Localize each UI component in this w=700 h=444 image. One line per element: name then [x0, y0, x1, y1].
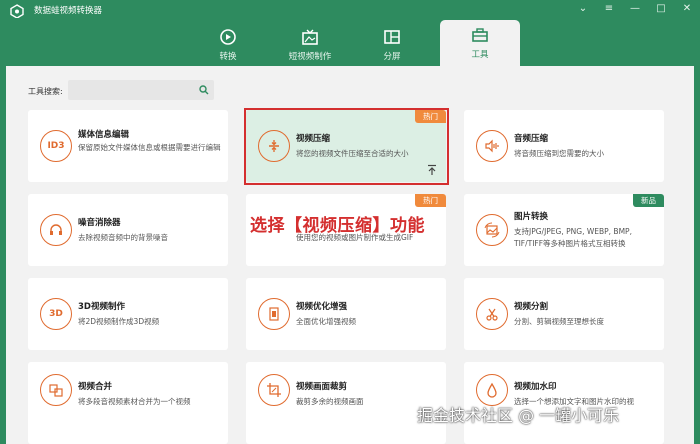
card-title: 视频画面裁剪 — [296, 382, 348, 392]
card-title: 视频加水印 — [514, 382, 557, 392]
tab-label: 转换 — [219, 52, 237, 62]
highlight-box — [244, 108, 449, 185]
tab-label: 分屏 — [383, 52, 401, 62]
card-desc: 全面优化增强视频 — [296, 317, 356, 326]
audio-compress-icon — [476, 130, 508, 162]
card-desc: 将音频压缩到您需要的大小 — [514, 149, 604, 158]
card-desc: 将多段音视频素材合并为一个视频 — [78, 397, 191, 406]
card-title: 3D视频制作 — [78, 302, 125, 312]
card-title: 噪音消除器 — [78, 218, 121, 228]
card-desc: 分割、剪辑视频至理想长度 — [514, 317, 604, 326]
tab-label: 短视频制作 — [288, 52, 332, 62]
card-title: 音频压缩 — [514, 134, 549, 144]
tool-card-media-info[interactable]: ID3 媒体信息编辑 保留原始文件媒体信息或根据需要进行编辑 — [28, 110, 228, 182]
source-watermark: 掘金技术社区 @ 一罐小可乐 — [417, 406, 620, 425]
app-logo — [10, 4, 24, 18]
tv-icon — [302, 29, 318, 45]
main-tabs: 转换 短视频制作 分屏 工具 — [0, 18, 700, 68]
card-title: 视频优化增强 — [296, 302, 348, 312]
title-bar: 数据蛙视频转换器 ⌄ ≡ — □ ✕ — [0, 0, 700, 20]
card-desc: 将2D视频制作成3D视频 — [78, 317, 160, 326]
scissors-icon — [476, 298, 508, 330]
tool-card-video-crop[interactable]: 视频画面裁剪 裁剪多余的视频画面 — [246, 362, 446, 444]
menu-icon[interactable]: ≡ — [602, 2, 616, 16]
enhance-icon — [258, 298, 290, 330]
maximize-icon[interactable]: □ — [654, 2, 668, 16]
tool-card-3d-maker[interactable]: 3D 3D视频制作 将2D视频制作成3D视频 — [28, 278, 228, 350]
tool-card-video-split[interactable]: 视频分割 分割、剪辑视频至理想长度 — [464, 278, 664, 350]
card-desc: 支持JPG/JPEG, PNG, WEBP, BMP, TIF/TIFF等多种图… — [514, 227, 632, 248]
new-badge: 新品 — [633, 194, 664, 207]
window-controls: ⌄ ≡ — □ ✕ — [576, 2, 694, 16]
close-icon[interactable]: ✕ — [680, 2, 694, 16]
card-desc: 保留原始文件媒体信息或根据需要进行编辑 — [78, 143, 221, 152]
tool-card-image-convert[interactable]: 图片转换 支持JPG/JPEG, PNG, WEBP, BMP, TIF/TIF… — [464, 194, 664, 266]
annotation-caption: 选择【视频压缩】功能 — [250, 216, 425, 236]
search-label: 工具搜索: — [28, 87, 63, 96]
toolbox-icon — [472, 28, 488, 42]
tab-label: 工具 — [471, 50, 489, 60]
convert-icon — [220, 29, 236, 45]
tool-card-video-enhance[interactable]: 视频优化增强 全面优化增强视频 — [246, 278, 446, 350]
tool-card-noise-remover[interactable]: 噪音消除器 去除视频音频中的背景噪音 — [28, 194, 228, 266]
hot-badge: 热门 — [415, 194, 446, 207]
card-title: 图片转换 — [514, 212, 549, 222]
search-input[interactable] — [68, 80, 214, 100]
tab-convert[interactable]: 转换 — [192, 22, 264, 66]
3d-icon: 3D — [40, 298, 72, 330]
image-convert-icon — [476, 214, 508, 246]
app-title: 数据蛙视频转换器 — [34, 6, 103, 16]
chevron-down-icon[interactable]: ⌄ — [576, 2, 590, 16]
tab-split-screen[interactable]: 分屏 — [356, 22, 428, 66]
tab-tools[interactable]: 工具 — [440, 20, 520, 68]
card-title: 视频分割 — [514, 302, 549, 312]
card-title: 媒体信息编辑 — [78, 130, 130, 140]
card-title: 视频合并 — [78, 382, 113, 392]
merge-icon — [40, 374, 72, 406]
headphones-icon — [40, 214, 72, 246]
crop-icon — [258, 374, 290, 406]
tool-card-video-merge[interactable]: 视频合并 将多段音视频素材合并为一个视频 — [28, 362, 228, 444]
card-desc: 去除视频音频中的背景噪音 — [78, 233, 168, 242]
tool-card-audio-compress[interactable]: 音频压缩 将音频压缩到您需要的大小 — [464, 110, 664, 182]
split-screen-icon — [384, 30, 400, 44]
tab-short-video[interactable]: 短视频制作 — [274, 22, 346, 66]
id3-icon: ID3 — [40, 130, 72, 162]
minimize-icon[interactable]: — — [628, 2, 642, 16]
search-icon[interactable] — [199, 85, 209, 95]
